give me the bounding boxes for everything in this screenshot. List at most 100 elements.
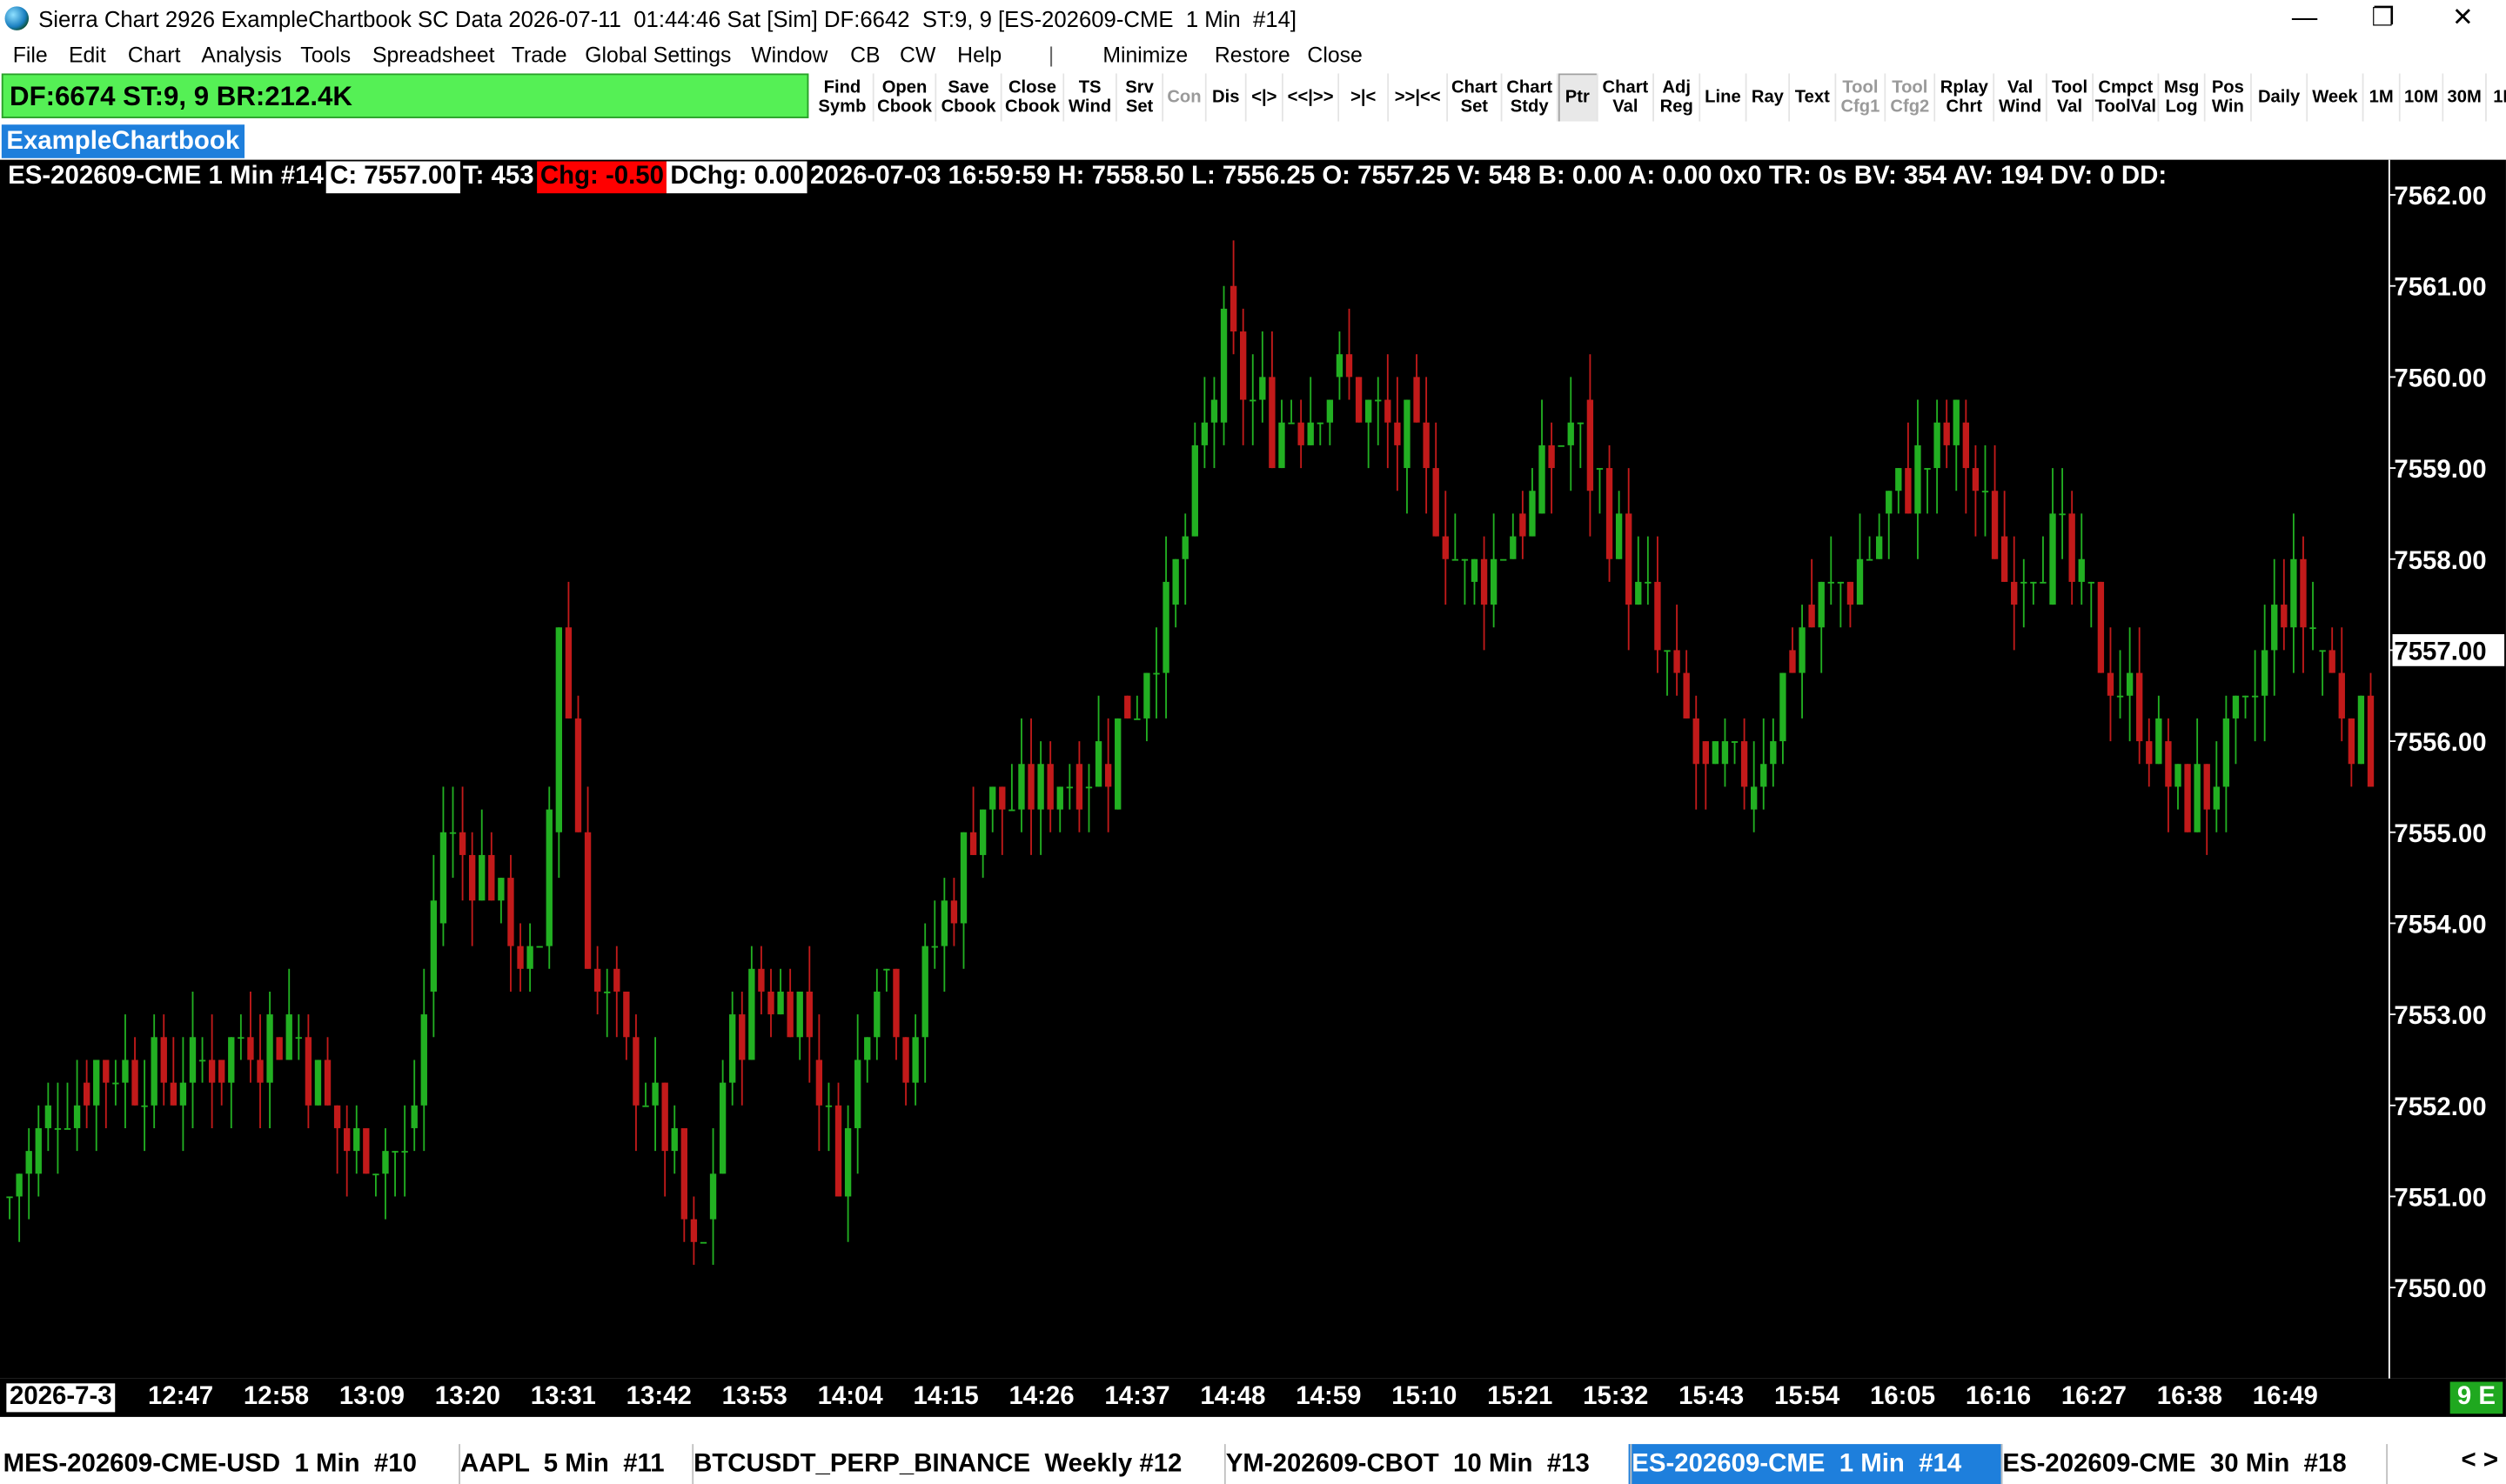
time-tick-label: 16:49 — [2252, 1383, 2318, 1411]
toolbar-tool-cfg1-button: Tool Cfg1 — [1836, 73, 1886, 122]
toolbar-line-button[interactable]: Line — [1700, 73, 1747, 122]
candle-body — [1529, 491, 1536, 537]
candle-body — [526, 946, 533, 969]
price-chart[interactable]: 7562.00 7561.00 7560.00 7559.00 7558.00 7557.… — [0, 159, 2506, 1379]
chart-tab-4[interactable]: YM-202609-CBOT 10 Min #13 — [1223, 1444, 1632, 1484]
menu-window[interactable]: Window — [751, 43, 828, 68]
toolbar-pos-win-button[interactable]: Pos Win — [2205, 73, 2252, 122]
candlestick-plot[interactable]: 7562.00 7561.00 7560.00 7559.00 7558.00 7557.… — [0, 159, 2506, 1379]
chart-tab-2[interactable]: AAPL 5 Min #11 — [457, 1444, 694, 1484]
candle-body — [825, 1105, 833, 1107]
chart-tab-6[interactable]: ES-202609-CME 30 Min #18 — [2000, 1444, 2389, 1484]
candle-body — [1905, 468, 1912, 514]
toolbar-30m-button[interactable]: 30M — [2443, 73, 2487, 122]
menu-cw[interactable]: CW — [900, 43, 935, 68]
candle-body — [864, 1037, 871, 1060]
toolbar-chart-set-button[interactable]: Chart Set — [1448, 73, 1503, 122]
chart-tab-1[interactable]: MES-202609-CME-USD 1 Min #10 — [0, 1444, 460, 1484]
menu-restore[interactable]: Restore — [1215, 43, 1290, 68]
toolbar-srv-set-button[interactable]: Srv Set — [1116, 73, 1164, 122]
candle-body — [1770, 741, 1777, 765]
candle-body — [1163, 581, 1169, 673]
candle-body — [642, 1105, 649, 1107]
toolbar-ltbargt-button[interactable]: <|> — [1246, 73, 1283, 122]
menu-chart[interactable]: Chart — [128, 43, 181, 68]
candle-body — [1191, 445, 1198, 537]
toolbar-adj-reg-button[interactable]: Adj Reg — [1653, 73, 1701, 122]
toolbar-rplay-chrt-button[interactable]: Rplay Chrt — [1935, 73, 1995, 122]
toolbar-open-cbook-button[interactable]: Open Cbook — [874, 73, 937, 122]
chartbook-tab[interactable]: ExampleChartbook — [1, 124, 245, 158]
candle-body — [2290, 558, 2297, 628]
candle-body — [363, 1127, 370, 1174]
candle-body — [2300, 558, 2307, 628]
candle-body — [1471, 558, 1478, 582]
toolbar-close-cbook-button[interactable]: Close Cbook — [1002, 73, 1065, 122]
price-tick-label: 7562.00 — [2394, 182, 2486, 211]
menu-edit[interactable]: Edit — [69, 43, 106, 68]
toolbar-chart-val-button[interactable]: Chart Val — [1598, 73, 1654, 122]
toolbar-ptr-button[interactable]: Ptr — [1558, 73, 1598, 122]
candle-body — [584, 832, 592, 969]
time-tick-label: 14:15 — [913, 1383, 979, 1411]
toolbar-tool-val-button[interactable]: Tool Val — [2047, 73, 2094, 122]
menu-close[interactable]: Close — [1307, 43, 1362, 68]
time-tick-label: 15:54 — [1774, 1383, 1840, 1411]
candle-body — [266, 1014, 273, 1083]
toolbar-1m-button[interactable]: 1M — [2363, 73, 2401, 122]
candle-body — [1519, 513, 1526, 537]
close-button[interactable]: ✕ — [2426, 0, 2499, 38]
toolbar-msg-log-button[interactable]: Msg Log — [2159, 73, 2206, 122]
candle-body — [2328, 650, 2335, 673]
toolbar-week-button[interactable]: Week — [2308, 73, 2364, 122]
toolbar-ltltbargtgt-button[interactable]: <<|>> — [1283, 73, 1340, 122]
candle-body — [874, 991, 881, 1038]
candle-body — [1933, 422, 1940, 469]
menu-help[interactable]: Help — [957, 43, 1002, 68]
candle-body — [208, 1060, 216, 1083]
candle-body — [1943, 422, 1950, 445]
candle-body — [2068, 513, 2075, 582]
toolbar-text-button[interactable]: Text — [1790, 73, 1837, 122]
toolbar-dis-button[interactable]: Dis — [1206, 73, 1247, 122]
toolbar-save-cbook-button[interactable]: Save Cbook — [936, 73, 1002, 122]
toolbar-10m-button[interactable]: 10M — [2400, 73, 2444, 122]
candle-body — [796, 991, 803, 1038]
minimize-button[interactable]: — — [2268, 0, 2341, 38]
toolbar-val-wind-button[interactable]: Val Wind — [1994, 73, 2047, 122]
menu-file[interactable]: File — [13, 43, 48, 68]
toolbar-daily-button[interactable]: Daily — [2251, 73, 2308, 122]
toolbar-find-symb-button[interactable]: Find Symb — [812, 73, 874, 122]
toolbar-ts-wind-button[interactable]: TS Wind — [1064, 73, 1117, 122]
toolbar-con-button: Con — [1163, 73, 1207, 122]
restore-button[interactable]: ❐ — [2346, 0, 2419, 38]
candle-body — [1095, 741, 1102, 787]
menu-global-settings[interactable]: Global Settings — [585, 43, 731, 68]
menu-analysis[interactable]: Analysis — [201, 43, 281, 68]
candle-body — [1635, 581, 1642, 605]
menu-tools[interactable]: Tools — [300, 43, 351, 68]
candle-body — [1250, 399, 1256, 402]
candle-body — [468, 854, 476, 901]
candle-body — [1846, 581, 1854, 605]
menu-cb[interactable]: CB — [850, 43, 880, 68]
menu-minimize[interactable]: Minimize — [1102, 43, 1188, 68]
toolbar-ray-button[interactable]: Ray — [1746, 73, 1791, 122]
candle-body — [2348, 718, 2355, 765]
menu-spreadsheet[interactable]: Spreadsheet — [372, 43, 495, 68]
toolbar-cmpct-toolval-button[interactable]: Cmpct ToolVal — [2094, 73, 2160, 122]
scale-corner-badge[interactable]: 9 E — [2449, 1381, 2503, 1414]
toolbar-gtbarlt-button[interactable]: >|< — [1339, 73, 1390, 122]
tab-scroll-arrows[interactable]: < > — [2462, 1447, 2499, 1476]
toolbar-gtgtbarltlt-button[interactable]: >>|<< — [1389, 73, 1449, 122]
toolbar-chart-stdy-button[interactable]: Chart Stdy — [1502, 73, 1558, 122]
candle-body — [709, 1173, 717, 1220]
candle-body — [806, 991, 813, 1038]
menu-trade[interactable]: Trade — [512, 43, 567, 68]
chart-tab-3[interactable]: BTCUSDT_PERP_BINANCE Weekly #12 — [690, 1444, 1226, 1484]
chart-tab-5[interactable]: ES-202609-CME 1 Min #14 — [1628, 1444, 2003, 1484]
time-tick-label: 13:53 — [721, 1383, 787, 1411]
candle-body — [1856, 558, 1864, 605]
candle-body — [1615, 513, 1623, 559]
toolbar-1h-button[interactable]: 1H — [2486, 73, 2506, 122]
